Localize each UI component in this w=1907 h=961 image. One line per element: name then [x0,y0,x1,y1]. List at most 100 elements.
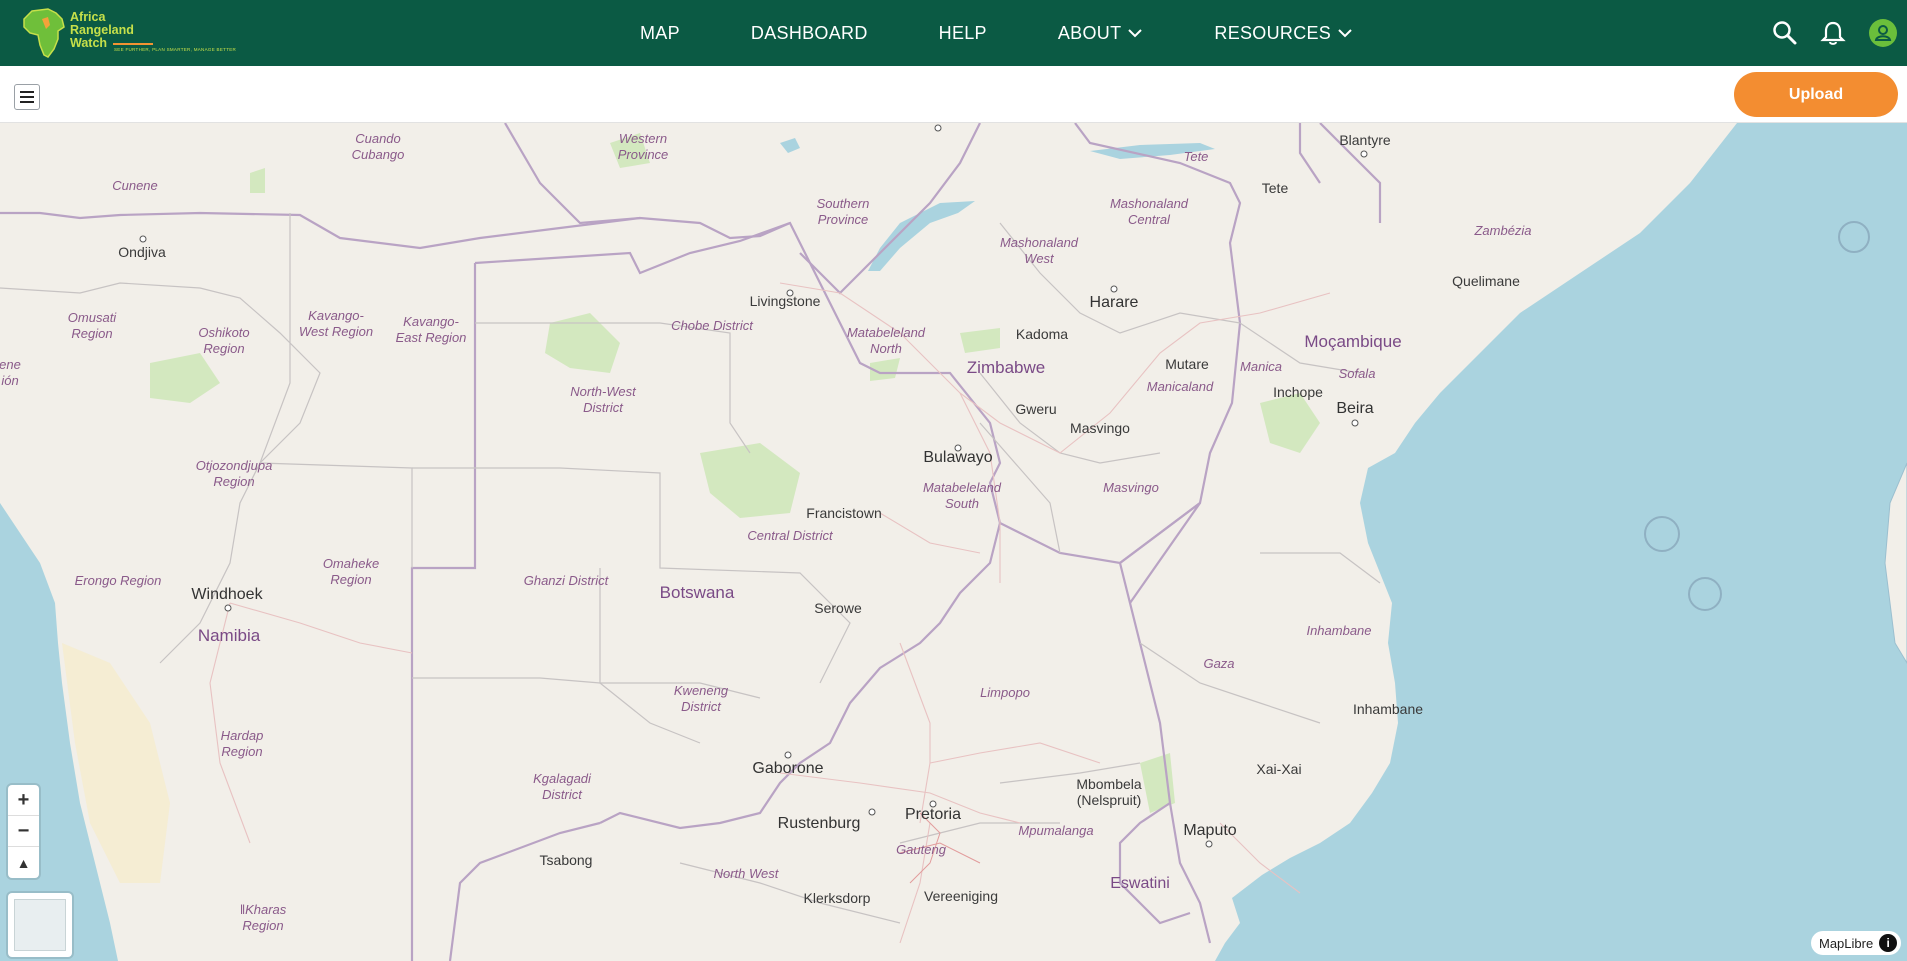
map-label: Gauteng [896,842,946,857]
map-label: Eswatini [1110,875,1170,892]
app-root: Africa Rangeland Watch SEE FURTHER, PLAN… [0,0,1907,961]
place-dot [224,604,232,612]
map-label: Tete [1261,180,1289,196]
chevron-down-icon [1338,29,1352,38]
hamburger-menu-button[interactable] [14,84,40,110]
map-label: Manicaland [1146,379,1214,394]
map-label: Mashonaland Central [1109,196,1189,227]
map-label: Cunene [112,178,158,193]
map-label: ene ión [0,357,21,388]
map-label: Vereeniging [924,888,998,904]
map-label: Tsabong [539,852,593,868]
user-icon [1874,25,1892,41]
map-label: Gaborone [752,760,824,777]
map-label: Hardap Region [220,728,264,759]
map-label: Ondjiva [118,244,166,260]
map-label: Kgalagadi District [533,771,591,802]
toolbar [0,66,1907,123]
nav-resources-label: RESOURCES [1214,22,1332,43]
map-label: Moçambique [1304,332,1402,351]
place-dot [784,751,792,759]
map-label: Francistown [806,505,882,521]
map-label: Mutare [1165,356,1209,372]
map-label: Blantyre [1339,132,1391,148]
map-canvas[interactable]: Western Province Cuando Cubango Cunene Sou… [0,123,1907,961]
map-label: Omaheke Region [322,556,380,587]
map-label: Southern Province [816,196,870,227]
map-label: Ghanzi District [523,573,609,588]
place-dot [934,124,942,132]
minimap[interactable] [8,893,72,957]
compass-button[interactable]: ▲ [8,847,39,878]
nav-help[interactable]: HELP [939,23,987,44]
map-label: Manica [1240,359,1282,374]
map-label: Maputo [1183,822,1237,839]
minimap-viewport [14,899,66,951]
map-label: Kavango- West Region [298,308,374,339]
map-label: Masvingo [1103,480,1159,495]
map-label: ǁKharas Region [239,902,287,933]
map-label: North-West District [570,384,636,415]
map-label: Bulawayo [923,449,993,466]
chevron-down-icon [1128,29,1143,38]
map-label: Windhoek [191,586,263,603]
map-label: Botswana [659,583,735,602]
brand-underline [113,43,153,45]
nav-map-label: MAP [640,22,680,43]
map-label: Chobe District [671,318,753,333]
map-label: Inhambane [1306,623,1372,638]
map-label: Sofala [1338,366,1376,381]
place-dot [1360,150,1368,158]
nav-dashboard[interactable]: DASHBOARD [751,23,868,44]
place-dot [139,235,147,243]
map-label: Klerksdorp [803,890,871,906]
map-label: Rustenburg [777,815,861,832]
map-label: Quelimane [1452,273,1520,289]
logo[interactable]: Africa Rangeland Watch SEE FURTHER, PLAN… [18,5,236,61]
place-dot [1351,419,1359,427]
map-label: Mashonaland West [999,235,1079,266]
map-label: Inchope [1273,384,1323,400]
avatar[interactable] [1869,19,1897,47]
map-label: Namibia [197,626,261,645]
map-label: Omusati Region [67,310,117,341]
map-label: Cuando Cubango [351,131,405,162]
nav-about[interactable]: ABOUT [1058,23,1144,44]
nav-help-label: HELP [938,22,987,43]
info-icon[interactable]: i [1879,934,1898,952]
main-nav: MAP DASHBOARD HELP ABOUT RESOURCES [640,0,1353,66]
basemap [0,123,1907,961]
map-label: Kadoma [1015,326,1069,342]
nav-resources[interactable]: RESOURCES [1214,23,1353,44]
map-label: Otjozondjupa Region [195,458,273,489]
map-label: Kweneng District [673,683,729,714]
map-label: Kavango- East Region [395,314,467,345]
map-label: Masvingo [1070,420,1130,436]
africa-map-icon [23,8,65,58]
map-attribution: MapLibre i [1811,931,1902,955]
map-label: Gaza [1203,656,1235,671]
nav-map[interactable]: MAP [640,23,680,44]
map-label: Gweru [1015,401,1057,417]
map-label: Zambézia [1474,223,1532,238]
map-label: Xai-Xai [1256,761,1302,777]
map-label: Tete [1183,149,1209,164]
map-label: Western Province [617,131,669,162]
map-label: Central District [747,528,833,543]
upload-button[interactable]: Upload [1734,72,1898,117]
zoom-out-button[interactable]: − [8,816,39,847]
search-icon[interactable] [1772,20,1798,46]
map-label: Serowe [814,600,862,616]
map-zoom-controls: + − ▲ [8,785,39,878]
map-label: Limpopo [980,685,1030,700]
map-label: Mpumalanga [1018,823,1094,838]
bell-icon[interactable] [1820,20,1846,46]
map-label: North West [713,866,779,881]
map-label: Inhambane [1352,701,1424,717]
map-label: Livingstone [749,293,821,309]
map-label: Mbombela (Nelspruit) [1076,776,1142,808]
map-label: Beira [1336,400,1374,417]
zoom-in-button[interactable]: + [8,785,39,816]
map-label: Oshikoto Region [198,325,250,356]
map-label: Matabeleland North [846,325,926,356]
